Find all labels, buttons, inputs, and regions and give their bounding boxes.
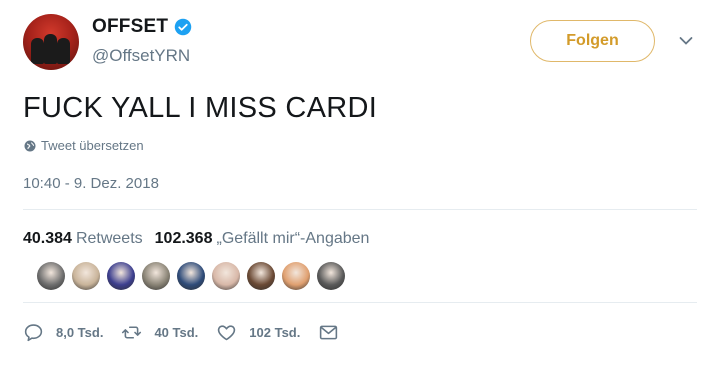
- avatar-figure: [57, 38, 70, 64]
- translate-label[interactable]: Tweet übersetzen: [41, 138, 144, 153]
- liker-avatar[interactable]: [317, 262, 345, 290]
- tweet-timestamp[interactable]: 10:40 - 9. Dez. 2018: [23, 175, 159, 192]
- liker-avatar[interactable]: [212, 262, 240, 290]
- verified-badge-icon: [174, 18, 192, 36]
- user-name-row: OFFSET: [92, 16, 192, 38]
- tweet-text: FUCK YALL I MISS CARDI: [23, 92, 378, 124]
- heart-icon: [218, 325, 236, 341]
- likes-count[interactable]: 102.368: [155, 230, 213, 248]
- retweets-count[interactable]: 40.384: [23, 230, 72, 248]
- direct-message-button[interactable]: [318, 322, 351, 343]
- retweet-button[interactable]: 40 Tsd.: [121, 322, 198, 343]
- reply-count: 8,0 Tsd.: [56, 325, 104, 340]
- chevron-down-icon[interactable]: [679, 36, 693, 46]
- like-count: 102 Tsd.: [249, 325, 301, 340]
- reply-button[interactable]: 8,0 Tsd.: [23, 322, 103, 343]
- liker-avatar[interactable]: [107, 262, 135, 290]
- liker-avatars: [37, 262, 352, 290]
- reply-icon: [24, 324, 43, 342]
- like-button[interactable]: 102 Tsd.: [216, 322, 300, 343]
- globe-icon: [24, 140, 36, 151]
- profile-avatar[interactable]: [23, 14, 79, 70]
- tweet-actions: 8,0 Tsd. 40 Tsd. 102 Tsd.: [23, 322, 369, 343]
- retweet-count: 40 Tsd.: [154, 325, 199, 340]
- divider: [23, 209, 697, 210]
- envelope-icon: [320, 325, 338, 340]
- follow-button[interactable]: Folgen: [530, 20, 655, 62]
- liker-avatar[interactable]: [37, 262, 65, 290]
- translate-tweet-link[interactable]: Tweet übersetzen: [24, 138, 144, 153]
- liker-avatar[interactable]: [72, 262, 100, 290]
- liker-avatar[interactable]: [142, 262, 170, 290]
- display-name[interactable]: OFFSET: [92, 16, 168, 38]
- liker-avatar[interactable]: [247, 262, 275, 290]
- retweets-label[interactable]: Retweets: [76, 230, 143, 248]
- likes-label[interactable]: „Gefällt mir“-Angaben: [216, 230, 369, 248]
- retweet-icon: [122, 326, 142, 339]
- user-handle[interactable]: @OffsetYRN: [92, 46, 190, 66]
- liker-avatar[interactable]: [282, 262, 310, 290]
- liker-avatar[interactable]: [177, 262, 205, 290]
- divider: [23, 302, 697, 303]
- avatar-figure: [44, 34, 57, 64]
- avatar-figure: [31, 38, 44, 64]
- tweet-stats: 40.384 Retweets 102.368 „Gefällt mir“-An…: [23, 230, 369, 248]
